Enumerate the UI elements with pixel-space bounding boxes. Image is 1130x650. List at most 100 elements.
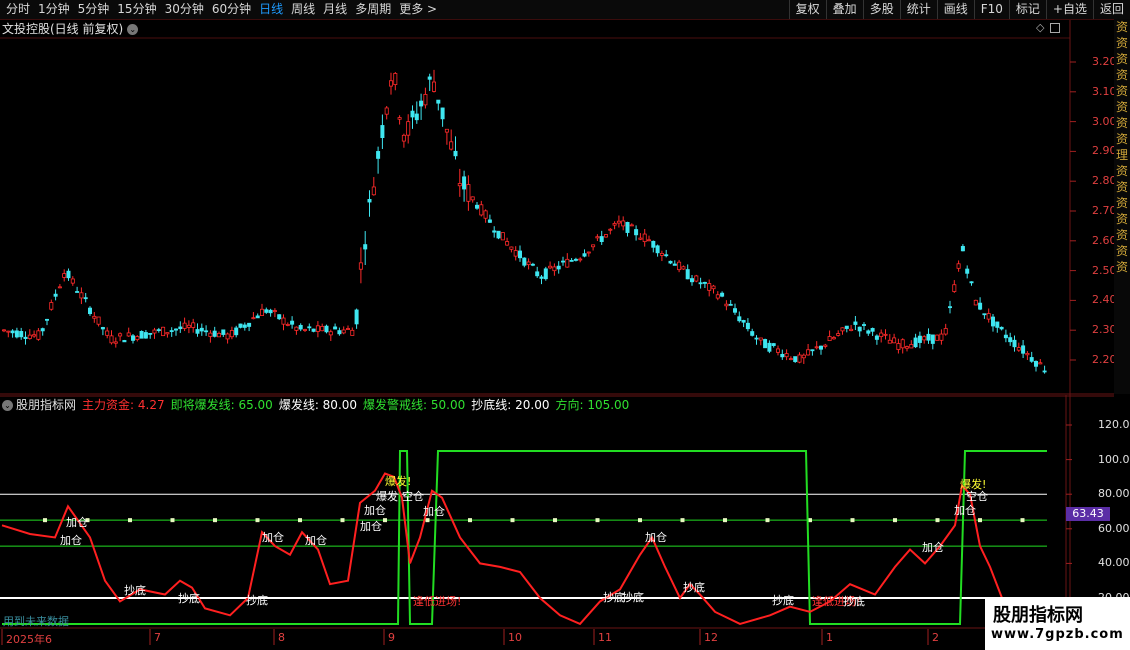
candle-body — [462, 176, 467, 190]
candle-body — [776, 348, 781, 353]
period-tab-3[interactable]: 15分钟 — [113, 0, 160, 19]
signal-label: 爆发 — [376, 490, 398, 503]
tool-button-1[interactable]: 叠加 — [825, 0, 863, 19]
candle-body — [173, 328, 178, 331]
period-tab-4[interactable]: 30分钟 — [161, 0, 208, 19]
signal-label: 空仓 — [402, 490, 424, 503]
period-tab-7[interactable]: 周线 — [287, 0, 319, 19]
tool-button-0[interactable]: 复权 — [788, 0, 826, 19]
level-marker — [1020, 518, 1025, 523]
period-tab-1[interactable]: 1分钟 — [34, 0, 74, 19]
candle-body — [896, 343, 901, 350]
period-tab-5[interactable]: 60分钟 — [208, 0, 255, 19]
candle-body — [88, 307, 93, 315]
candle-body — [178, 326, 183, 330]
candle-body — [328, 331, 333, 336]
candle-body — [10, 330, 15, 334]
indicator-fields: 主力资金: 4.27 即将爆发线: 65.00 爆发线: 80.00 爆发警戒线: 5… — [82, 398, 635, 412]
candle-body — [109, 335, 114, 344]
tool-button-3[interactable]: 统计 — [899, 0, 937, 19]
tool-button-6[interactable]: 标记 — [1008, 0, 1046, 19]
candle-body — [36, 330, 41, 340]
candle-body — [922, 336, 927, 341]
candle-body — [866, 330, 871, 334]
candle-body — [1021, 345, 1026, 354]
candle-body — [539, 276, 544, 279]
tool-button-5[interactable]: F10 — [973, 0, 1009, 19]
level-marker — [213, 518, 217, 523]
period-tab-2[interactable]: 5分钟 — [74, 0, 114, 19]
period-tab-9[interactable]: 多周期 — [351, 0, 395, 19]
signal-label: 加仓 — [66, 516, 88, 529]
candle-body — [505, 241, 510, 246]
candle-body — [49, 302, 54, 310]
period-tab-10[interactable]: 更多 > — [395, 0, 441, 19]
date-label: 11 — [598, 631, 612, 644]
candle-body — [763, 339, 768, 349]
tool-button-8[interactable]: 返回 — [1092, 0, 1130, 19]
period-tab-8[interactable]: 月线 — [319, 0, 351, 19]
candle-body — [234, 327, 239, 336]
signal-label: 抄底 — [622, 591, 644, 604]
indicator-tick-label: 120.00 — [1098, 418, 1130, 431]
price-tick-label: 2.60 — [1092, 233, 1117, 247]
candle-body — [122, 340, 127, 343]
price-tick-label: 3.00 — [1092, 114, 1117, 128]
maximize-icon[interactable] — [1050, 23, 1061, 33]
candle-body — [1042, 370, 1047, 373]
candle-body — [380, 125, 385, 139]
candle-body — [711, 285, 716, 290]
candle-body — [806, 349, 811, 356]
candle-body — [737, 316, 742, 322]
indicator-name[interactable]: 股朋指标网 — [16, 398, 76, 412]
price-tick-label: 2.90 — [1092, 144, 1117, 158]
level-marker — [935, 518, 940, 523]
candle-body — [135, 336, 140, 341]
candle-body — [518, 250, 523, 259]
candle-body — [948, 306, 953, 309]
brand-name: 股朋指标网 — [993, 605, 1083, 626]
candle-body — [599, 236, 604, 243]
candle-body — [702, 281, 707, 284]
candle-body — [638, 237, 643, 240]
candle-body — [307, 326, 312, 329]
chevron-down-icon[interactable]: ⌄ — [127, 24, 139, 35]
period-toolbar: 分时 1分钟 5分钟 15分钟 30分钟 60分钟 日线 周线 月线 多周期 更多 > 复权 叠加 多股… — [0, 0, 1130, 20]
side-char: 资 — [1115, 244, 1128, 258]
candle-body — [195, 329, 200, 334]
current-value-badge: 63.43 — [1066, 507, 1110, 521]
candle-body — [315, 325, 320, 332]
side-char: 资 — [1115, 228, 1128, 242]
period-tab-6[interactable]: 日线 — [255, 0, 287, 19]
tool-button-4[interactable]: 画线 — [936, 0, 974, 19]
signal-label: 加仓 — [645, 531, 667, 544]
candle-body — [251, 317, 256, 320]
signal-label: 加仓 — [423, 505, 445, 518]
candle-body — [926, 333, 931, 341]
candle-body — [130, 335, 135, 341]
candle-body — [242, 324, 247, 328]
candle-body — [1038, 362, 1043, 365]
period-tab-0[interactable]: 分时 — [2, 0, 34, 19]
diamond-icon[interactable]: ◇ — [1036, 21, 1044, 34]
candle-body — [995, 321, 1000, 328]
candle-body — [204, 330, 209, 333]
candle-body — [156, 329, 161, 332]
candle-body — [354, 309, 359, 325]
side-char: 资 — [1115, 260, 1128, 274]
chevron-down-icon[interactable]: ⌄ — [2, 400, 13, 411]
candle-body — [487, 219, 492, 223]
candle-body — [616, 220, 621, 224]
candle-body — [290, 320, 295, 325]
candle-body — [780, 353, 785, 358]
candle-body — [161, 326, 166, 337]
candle-body — [118, 333, 123, 337]
tool-button-2[interactable]: 多股 — [862, 0, 900, 19]
level-marker — [553, 518, 557, 523]
candle-body — [651, 240, 656, 248]
stock-title[interactable]: 文投控股(日线 前复权) ⌄ — [2, 21, 139, 37]
candle-body — [913, 337, 918, 348]
candle-body — [427, 76, 432, 80]
signal-label: 加仓 — [262, 531, 284, 544]
tool-button-7[interactable]: +自选 — [1045, 0, 1093, 19]
